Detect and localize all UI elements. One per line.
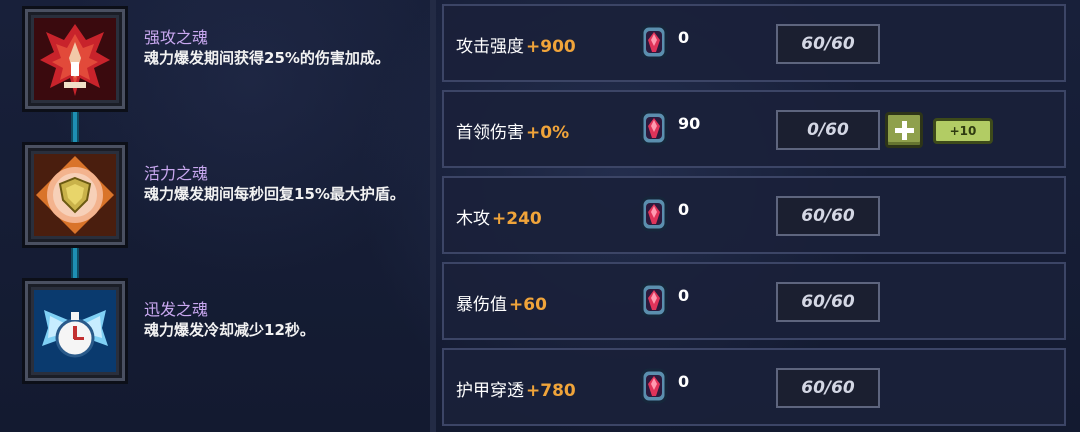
- stat-row: 攻击强度 +900 0 60/60: [442, 4, 1066, 82]
- gem-icon: [640, 282, 668, 318]
- winged-clock-icon: [34, 290, 116, 372]
- soul-slot-3[interactable]: [22, 278, 128, 384]
- gem-icon: [640, 24, 668, 60]
- add-ten-button[interactable]: +10: [933, 118, 993, 144]
- stat-label: 木攻 +240: [456, 209, 542, 229]
- gem-count: 90: [678, 114, 701, 133]
- add-one-button[interactable]: [885, 112, 923, 148]
- stat-row: 首领伤害 +0% 90 0/60 +10: [442, 90, 1066, 168]
- stat-bonus: +900: [526, 37, 576, 57]
- gem-icon: [640, 196, 668, 232]
- stat-label: 暴伤值 +60: [456, 295, 547, 315]
- gem-count: 0: [678, 372, 690, 391]
- stat-row: 护甲穿透 +780 0 60/60: [442, 348, 1066, 426]
- red-crest-icon: [34, 18, 116, 100]
- gem-count: 0: [678, 286, 690, 305]
- soul-name: 强攻之魂: [144, 28, 209, 47]
- gem-count: 0: [678, 200, 690, 219]
- progress-value: 0/60: [776, 110, 880, 150]
- soul-description: 魂力爆发期间每秒回复15%最大护盾。: [144, 185, 405, 203]
- stat-row: 木攻 +240 0 60/60: [442, 176, 1066, 254]
- panel-divider: [430, 0, 436, 432]
- soul-name: 迅发之魂: [144, 300, 209, 319]
- gem-count: 0: [678, 28, 690, 47]
- progress-value: 60/60: [776, 282, 880, 322]
- stat-bonus: +0%: [526, 123, 570, 143]
- gem-icon: [640, 110, 668, 146]
- gem-icon: [640, 368, 668, 404]
- shield-orb-icon: [34, 154, 116, 236]
- stat-label: 护甲穿透 +780: [456, 381, 576, 401]
- progress-value: 60/60: [776, 24, 880, 64]
- stat-bonus: +780: [526, 381, 576, 401]
- soul-slot-1[interactable]: [22, 6, 128, 112]
- stat-label: 攻击强度 +900: [456, 37, 576, 57]
- stat-bonus: +60: [509, 295, 547, 315]
- progress-value: 60/60: [776, 368, 880, 408]
- progress-value: 60/60: [776, 196, 880, 236]
- stat-label: 首领伤害 +0%: [456, 123, 570, 143]
- soul-panel: 强攻之魂 魂力爆发期间获得25%的伤害加成。 活力之魂 魂力爆发期间每秒回复15…: [0, 0, 430, 432]
- soul-description: 魂力爆发期间获得25%的伤害加成。: [144, 49, 390, 67]
- soul-description: 魂力爆发冷却减少12秒。: [144, 321, 315, 339]
- soul-name: 活力之魂: [144, 164, 209, 183]
- stat-row: 暴伤值 +60 0 60/60: [442, 262, 1066, 340]
- stat-bonus: +240: [492, 209, 542, 229]
- soul-slot-2[interactable]: [22, 142, 128, 248]
